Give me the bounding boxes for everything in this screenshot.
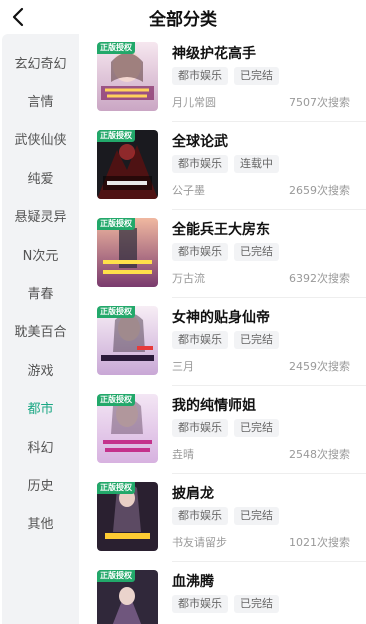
status-tag: 已完结 (234, 507, 279, 525)
author-name: 书友请留步 (172, 536, 227, 549)
book-item[interactable]: 正版授权 全球论武 都市娱乐 连载中 公子墨 2659次搜索 (79, 122, 366, 210)
status-tag: 连载中 (234, 155, 279, 173)
author-name: 月儿常圆 (172, 96, 216, 109)
author-name: 公子墨 (172, 184, 205, 197)
status-tag: 已完结 (234, 331, 279, 349)
sidebar-item-qingchun[interactable]: 青春 (2, 273, 79, 311)
book-item[interactable]: 正版授权 血沸腾 都市娱乐 已完结 (79, 562, 366, 624)
header-bar: 全部分类 (0, 0, 366, 34)
license-badge: 正版授权 (97, 42, 135, 54)
book-cover: 正版授权 (97, 130, 158, 199)
status-tag: 已完结 (234, 243, 279, 261)
genre-tag: 都市娱乐 (172, 67, 228, 85)
status-tag: 已完结 (234, 595, 279, 613)
genre-tag: 都市娱乐 (172, 155, 228, 173)
sidebar-item-qita[interactable]: 其他 (2, 504, 79, 542)
status-tag: 已完结 (234, 419, 279, 437)
book-item[interactable]: 正版授权 女神的贴身仙帝 都市娱乐 已完结 三月 2459次搜索 (79, 298, 366, 386)
book-title: 我的纯情师姐 (172, 398, 256, 414)
book-title: 血沸腾 (172, 574, 214, 590)
search-count: 2659次搜索 (289, 184, 350, 197)
license-badge: 正版授权 (97, 570, 135, 582)
tag-group: 都市娱乐 连载中 (172, 155, 279, 173)
genre-tag: 都市娱乐 (172, 243, 228, 261)
genre-tag: 都市娱乐 (172, 331, 228, 349)
genre-tag: 都市娱乐 (172, 419, 228, 437)
tag-group: 都市娱乐 已完结 (172, 595, 279, 613)
license-badge: 正版授权 (97, 130, 135, 142)
sidebar-item-dushi[interactable]: 都市 (2, 389, 79, 427)
genre-tag: 都市娱乐 (172, 595, 228, 613)
book-item[interactable]: 正版授权 全能兵王大房东 都市娱乐 已完结 万古流 6392次搜索 (79, 210, 366, 298)
book-title: 全能兵王大房东 (172, 222, 270, 238)
book-cover: 正版授权 (97, 306, 158, 375)
search-count: 1021次搜索 (289, 536, 350, 549)
book-item[interactable]: 正版授权 神级护花高手 都市娱乐 已完结 月儿常圆 7507次搜索 (79, 34, 366, 122)
book-title: 女神的贴身仙帝 (172, 310, 270, 326)
search-count: 7507次搜索 (289, 96, 350, 109)
book-item[interactable]: 正版授权 披肩龙 都市娱乐 已完结 书友请留步 1021次搜索 (79, 474, 366, 562)
sidebar-item-chunai[interactable]: 纯爱 (2, 158, 79, 196)
license-badge: 正版授权 (97, 306, 135, 318)
license-badge: 正版授权 (97, 394, 135, 406)
category-sidebar: 玄幻奇幻 言情 武侠仙侠 纯爱 悬疑灵异 N次元 青春 耽美百合 游戏 都市 科… (2, 34, 79, 624)
book-item[interactable]: 正版授权 我的纯情师姐 都市娱乐 已完结 垚晴 2548次搜索 (79, 386, 366, 474)
sidebar-item-wuxia[interactable]: 武侠仙侠 (2, 120, 79, 158)
tag-group: 都市娱乐 已完结 (172, 67, 279, 85)
book-title: 披肩龙 (172, 486, 214, 502)
book-title: 神级护花高手 (172, 46, 256, 62)
author-name: 三月 (172, 360, 194, 373)
author-name: 垚晴 (172, 448, 194, 461)
search-count: 2548次搜索 (289, 448, 350, 461)
search-count: 6392次搜索 (289, 272, 350, 285)
sidebar-item-danmei[interactable]: 耽美百合 (2, 312, 79, 350)
tag-group: 都市娱乐 已完结 (172, 243, 279, 261)
sidebar-item-youxi[interactable]: 游戏 (2, 350, 79, 388)
sidebar-item-xuanyi[interactable]: 悬疑灵异 (2, 197, 79, 235)
book-cover: 正版授权 (97, 42, 158, 111)
sidebar-item-lishi[interactable]: 历史 (2, 465, 79, 503)
tag-group: 都市娱乐 已完结 (172, 419, 279, 437)
license-badge: 正版授权 (97, 218, 135, 230)
status-tag: 已完结 (234, 67, 279, 85)
book-title: 全球论武 (172, 134, 228, 150)
author-name: 万古流 (172, 272, 205, 285)
sidebar-item-xuanhuan[interactable]: 玄幻奇幻 (2, 43, 79, 81)
book-list: 正版授权 神级护花高手 都市娱乐 已完结 月儿常圆 7507次搜索 正版授权 全… (79, 34, 366, 624)
book-cover: 正版授权 (97, 570, 158, 624)
license-badge: 正版授权 (97, 482, 135, 494)
book-cover: 正版授权 (97, 218, 158, 287)
tag-group: 都市娱乐 已完结 (172, 331, 279, 349)
sidebar-item-nciyuan[interactable]: N次元 (2, 235, 79, 273)
search-count: 2459次搜索 (289, 360, 350, 373)
book-cover: 正版授权 (97, 394, 158, 463)
sidebar-item-yanqing[interactable]: 言情 (2, 81, 79, 119)
genre-tag: 都市娱乐 (172, 507, 228, 525)
tag-group: 都市娱乐 已完结 (172, 507, 279, 525)
book-cover: 正版授权 (97, 482, 158, 551)
page-title: 全部分类 (149, 10, 217, 30)
sidebar-item-kehuan[interactable]: 科幻 (2, 427, 79, 465)
